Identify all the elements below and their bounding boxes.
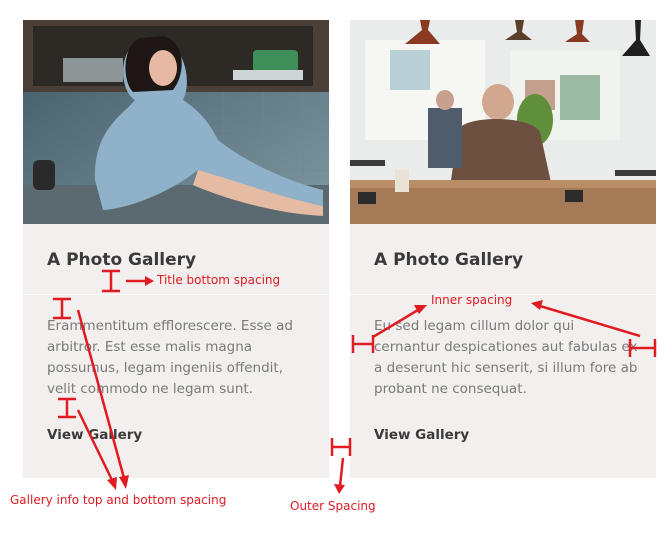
- card-title: A Photo Gallery: [47, 250, 197, 270]
- annotation-title-bottom-spacing: Title bottom spacing: [157, 273, 281, 287]
- annotation-inner-spacing: Inner spacing: [431, 293, 513, 307]
- view-gallery-link[interactable]: View Gallery: [47, 427, 142, 443]
- card-divider: [23, 294, 329, 295]
- gallery-card-1: A Photo Gallery Erammentitum efflorescer…: [23, 20, 329, 478]
- annotation-outer-spacing: Outer Spacing: [290, 499, 376, 513]
- gallery-photo-man-cafe[interactable]: [350, 20, 656, 224]
- gallery-photo-woman-kitchen[interactable]: [23, 20, 329, 224]
- annotation-gallery-info-spacing: Gallery info top and bottom spacing: [10, 493, 227, 507]
- gallery-card-2: A Photo Gallery Eu sed legam cillum dolo…: [350, 20, 656, 478]
- card-description: Eu sed legam cillum dolor qui cernantur …: [374, 318, 638, 397]
- view-gallery-link[interactable]: View Gallery: [374, 427, 469, 443]
- card-title: A Photo Gallery: [374, 250, 524, 270]
- card-description: Erammentitum efflorescere. Esse ad arbit…: [47, 318, 293, 397]
